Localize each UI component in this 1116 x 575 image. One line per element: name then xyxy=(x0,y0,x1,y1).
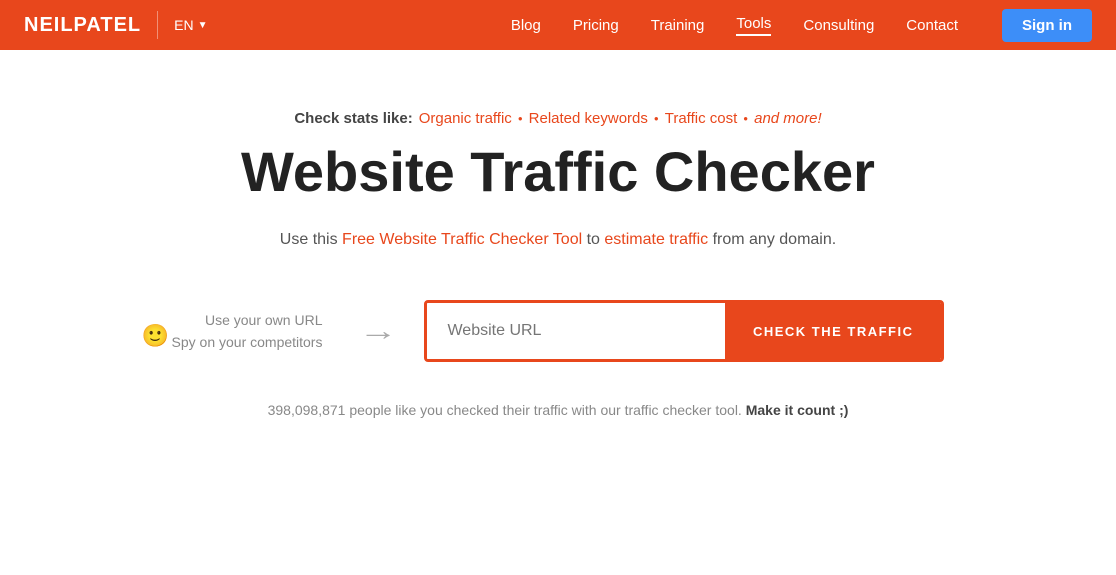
lang-selector[interactable]: EN ▼ xyxy=(174,17,207,33)
stats-item-1: Related keywords xyxy=(529,110,648,127)
stats-subtitle: Check stats like: Organic traffic ● Rela… xyxy=(294,110,821,127)
nav-item-training[interactable]: Training xyxy=(651,17,705,34)
stats-more: and more! xyxy=(754,110,822,127)
header: NEILPATEL EN ▼ Blog Pricing Training Too… xyxy=(0,0,1116,50)
page-description: Use this Free Website Traffic Checker To… xyxy=(280,227,836,253)
stat-number: 398,098,871 xyxy=(268,402,346,418)
stats-item-0: Organic traffic xyxy=(419,110,512,127)
logo-divider xyxy=(157,11,158,39)
desc-mid: to xyxy=(582,231,604,248)
logo: NEILPATEL xyxy=(24,14,141,37)
url-input[interactable] xyxy=(427,303,724,359)
hint-text: Use your own URL 🙂 Spy on your competito… xyxy=(172,309,323,354)
stats-label: Check stats like: xyxy=(294,110,412,127)
hint-line1: Use your own URL xyxy=(205,312,323,328)
url-input-section: Use your own URL 🙂 Spy on your competito… xyxy=(172,300,945,362)
desc-highlight1: Free Website Traffic Checker Tool xyxy=(342,231,582,248)
nav-item-blog[interactable]: Blog xyxy=(511,17,541,34)
stats-item-2: Traffic cost xyxy=(665,110,738,127)
desc-highlight2: estimate traffic xyxy=(604,231,708,248)
lang-label: EN xyxy=(174,17,193,33)
spy-emoji: 🙂 xyxy=(142,318,169,353)
desc-pre: Use this xyxy=(280,231,342,248)
main-nav: Blog Pricing Training Tools Consulting C… xyxy=(511,9,1092,42)
stats-dot-1: ● xyxy=(654,114,659,123)
chevron-down-icon: ▼ xyxy=(198,20,208,31)
check-traffic-button[interactable]: CHECK THE TRAFFIC xyxy=(725,303,942,359)
hint-line2: Spy on your competitors xyxy=(172,334,323,350)
stat-text: people like you checked their traffic wi… xyxy=(345,402,745,418)
footer-stat: 398,098,871 people like you checked thei… xyxy=(268,402,849,418)
stats-dot-2: ● xyxy=(743,114,748,123)
desc-post: from any domain. xyxy=(708,231,836,248)
nav-item-consulting[interactable]: Consulting xyxy=(803,17,874,34)
nav-item-contact[interactable]: Contact xyxy=(906,17,958,34)
nav-item-pricing[interactable]: Pricing xyxy=(573,17,619,34)
nav-item-tools[interactable]: Tools xyxy=(736,15,771,36)
arrow-icon: → xyxy=(359,315,398,347)
signin-button[interactable]: Sign in xyxy=(1002,9,1092,42)
hint-area: Use your own URL 🙂 Spy on your competito… xyxy=(172,309,323,354)
page-title: Website Traffic Checker xyxy=(241,141,875,203)
url-input-box: CHECK THE TRAFFIC xyxy=(424,300,944,362)
main-content: Check stats like: Organic traffic ● Rela… xyxy=(0,50,1116,458)
stats-dot-0: ● xyxy=(518,114,523,123)
stat-cta: Make it count ;) xyxy=(746,402,849,418)
